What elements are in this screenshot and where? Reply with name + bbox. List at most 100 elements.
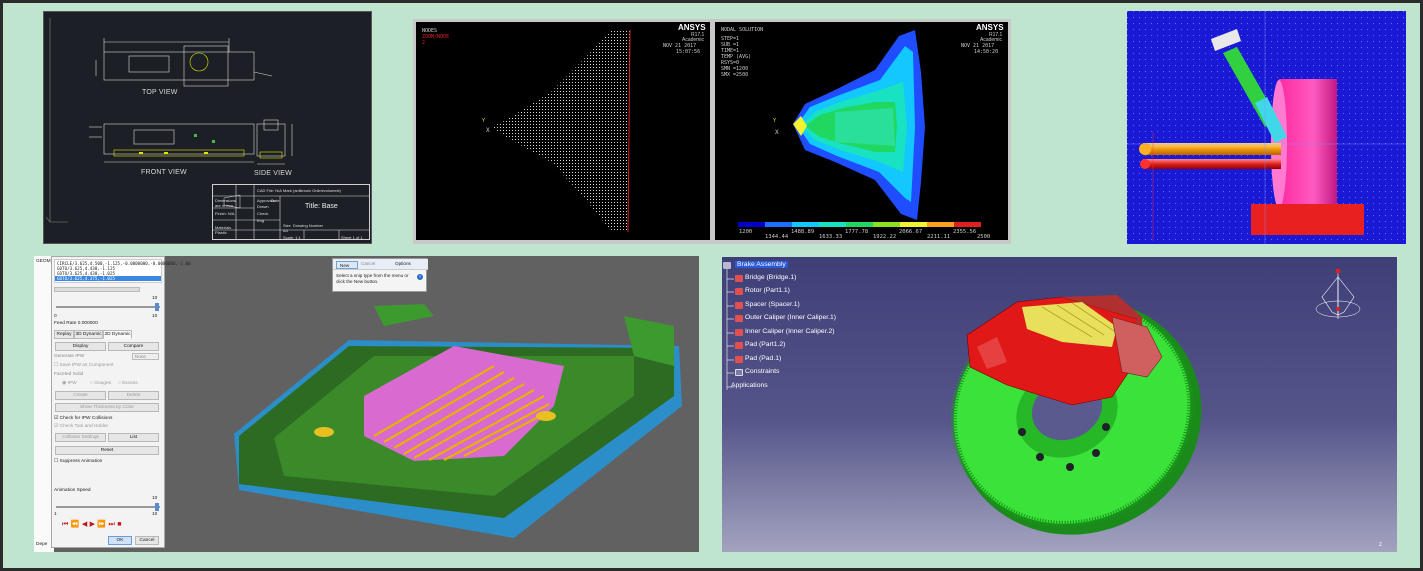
colorbar-label: 1922.22 [873,234,897,240]
generate-ipw-value: None [135,354,146,359]
mechanism-panel [1127,11,1406,244]
cam-panel: GEOM Depe New Cancel Options Select a sn… [34,256,699,552]
delete-button[interactable]: Delete [108,391,159,400]
tree-item-pad[interactable]: Pad (Pad.1) [745,355,781,362]
save-ipw-checkbox[interactable]: ☐ Save IPW as Component [54,363,114,368]
tree-item-applications[interactable]: Applications [731,382,768,389]
ok-button[interactable]: OK [108,536,132,545]
ansys-contour-plot: X Y [738,30,981,227]
svg-text:Y: Y [482,118,485,124]
colorbar-label: 1200 [739,229,753,235]
eng-text: Eng [257,218,265,223]
colorbar-label: 1344.44 [765,234,789,240]
check-collisions-checkbox[interactable]: ☑ Check for IPW Collisions [54,416,112,421]
speed-slider-handle[interactable] [155,503,159,511]
reset-button[interactable]: Reset [55,446,159,455]
suppress-animation-label: Suppress Animation [59,459,103,464]
snip-new-button[interactable]: New [336,261,358,269]
radio-ipw-label: IPW [67,381,77,386]
create-button[interactable]: Create [55,391,106,400]
ansys-solution-window: NODAL SOLUTION STEP=1 SUB =1 TIME=1 TEMP… [715,22,1008,240]
tab-replay[interactable]: Replay [54,330,74,339]
animation-speed-label: Animation Speed [54,488,91,493]
compass-icon [1315,268,1361,319]
snip-cancel-button[interactable]: Cancel [361,261,375,266]
ansys-node-mesh: X Y [482,29,631,233]
tab-3d-dynamic[interactable]: 3D Dynamic [74,330,103,339]
feed-rate-label: Feed Rate 0.000000 [54,321,98,326]
svg-text:Y: Y [773,118,776,124]
snip-options-button[interactable]: Options [395,261,411,266]
stop-icon[interactable]: ■ [117,521,124,528]
drawn-text: Drawn [257,204,269,209]
catia-viewport [726,266,1361,535]
snip-new-label: New [340,263,350,268]
radio-gouges-label: Gouges [94,381,112,386]
part-icon [735,288,743,295]
tree-item-spacer[interactable]: Spacer (Spacer.1) [745,301,800,308]
rewind-start-icon[interactable]: ⏮ [62,521,71,528]
feed-slider-track[interactable] [56,306,160,308]
slider-min-label: 0 [54,314,57,319]
cancel-button[interactable]: Cancel [135,536,159,545]
tree-item-rotor[interactable]: Rotor (Part1.1) [745,287,790,294]
drawing-title: Title: Base [305,203,338,210]
gcode-list[interactable]: CIRCLE/3.625,4.500,-1.125,-0.0000000,-0.… [54,259,191,283]
size-value: A4 [283,228,288,233]
collision-settings-button[interactable]: Collision Settings [55,433,106,442]
colorbar-label: 1777.78 [845,229,869,235]
axis-z-label: z [1379,542,1382,548]
radio-gouges[interactable]: ○ Gouges [90,381,111,386]
check-text: Check [257,211,269,216]
step-forward-icon[interactable]: ⏩ [97,521,108,528]
tree-root-label: Brake Assembly [737,261,786,268]
colorbar-label: 2211.11 [927,234,951,240]
front-view-label: FRONT VIEW [141,169,187,176]
side-view-label: SIDE VIEW [254,170,292,177]
step-back-icon[interactable]: ⏪ [71,521,82,528]
forward-end-icon[interactable]: ⏭ [109,521,118,528]
top-view-hole [189,52,209,72]
part-icon [735,275,743,282]
colorbar-label: 1633.33 [819,234,843,240]
part-icon [735,342,743,349]
tree-item-pad-part[interactable]: Pad (Part1.2) [745,341,785,348]
tree-item-bridge[interactable]: Bridge (Bridge.1) [745,274,796,281]
tab-2d-dynamic[interactable]: 2D Dynamic [103,330,132,339]
list-button[interactable]: List [108,433,159,442]
check-tool-checkbox[interactable]: ☑ Check Tool and Holder [54,424,108,429]
compare-button[interactable]: Compare [108,342,159,351]
gcode-line-selected: GOTO/3.625,4.375,-1.025 [55,276,161,281]
suppress-animation-checkbox[interactable]: ☐ Suppress Animation [54,459,102,464]
faceted-solid-label: Faceted Solid [54,372,84,377]
tree-item-outer-caliper[interactable]: Outer Caliper (Inner Caliper.1) [745,314,836,321]
speed-slider-track[interactable] [56,506,160,508]
display-button[interactable]: Display [55,342,106,351]
gcode-scrollbar[interactable] [54,287,140,292]
assembly-icon [723,262,731,269]
svg-text:X: X [775,129,779,136]
yellow-rod [1143,143,1281,155]
navigator-top-label: GEOM [36,259,51,264]
material-text: Materials Plastic [215,225,232,235]
speed-max-label: 10 [152,512,158,517]
play-reverse-icon[interactable]: ◀ [82,521,90,528]
feed-slider-handle[interactable] [155,303,159,311]
show-thickness-button[interactable]: Show Thickness by Color [55,403,159,412]
mechanism-canvas [1127,11,1406,244]
radio-excess[interactable]: ○ Excess [118,381,138,386]
red-base [1251,204,1364,235]
help-icon[interactable]: ? [417,274,423,280]
part-icon [735,356,743,363]
tree-item-constraints[interactable]: Constraints [745,368,779,375]
tree-item-inner-caliper[interactable]: Inner Caliper (Inner Caliper.2) [745,328,835,335]
generate-ipw-select[interactable]: None [132,353,159,360]
radio-ipw[interactable]: ◉ IPW [62,381,77,386]
tree-root-brake-assembly[interactable]: Brake Assembly [735,261,788,268]
sheet-text: Sheet 1 of 1 [341,235,363,240]
snipping-tool-window: New Cancel Options Select a snip type fr… [332,258,428,292]
date-header: Date [271,198,280,203]
catia-panel: Brake Assembly Bridge (Bridge.1) Rotor (… [722,257,1397,552]
colorbar-label: 2066.67 [899,229,923,235]
ansys-mesh-window: NODES ZOOM/NODE 2 ANSYS R17.1 Academic N… [416,22,710,240]
